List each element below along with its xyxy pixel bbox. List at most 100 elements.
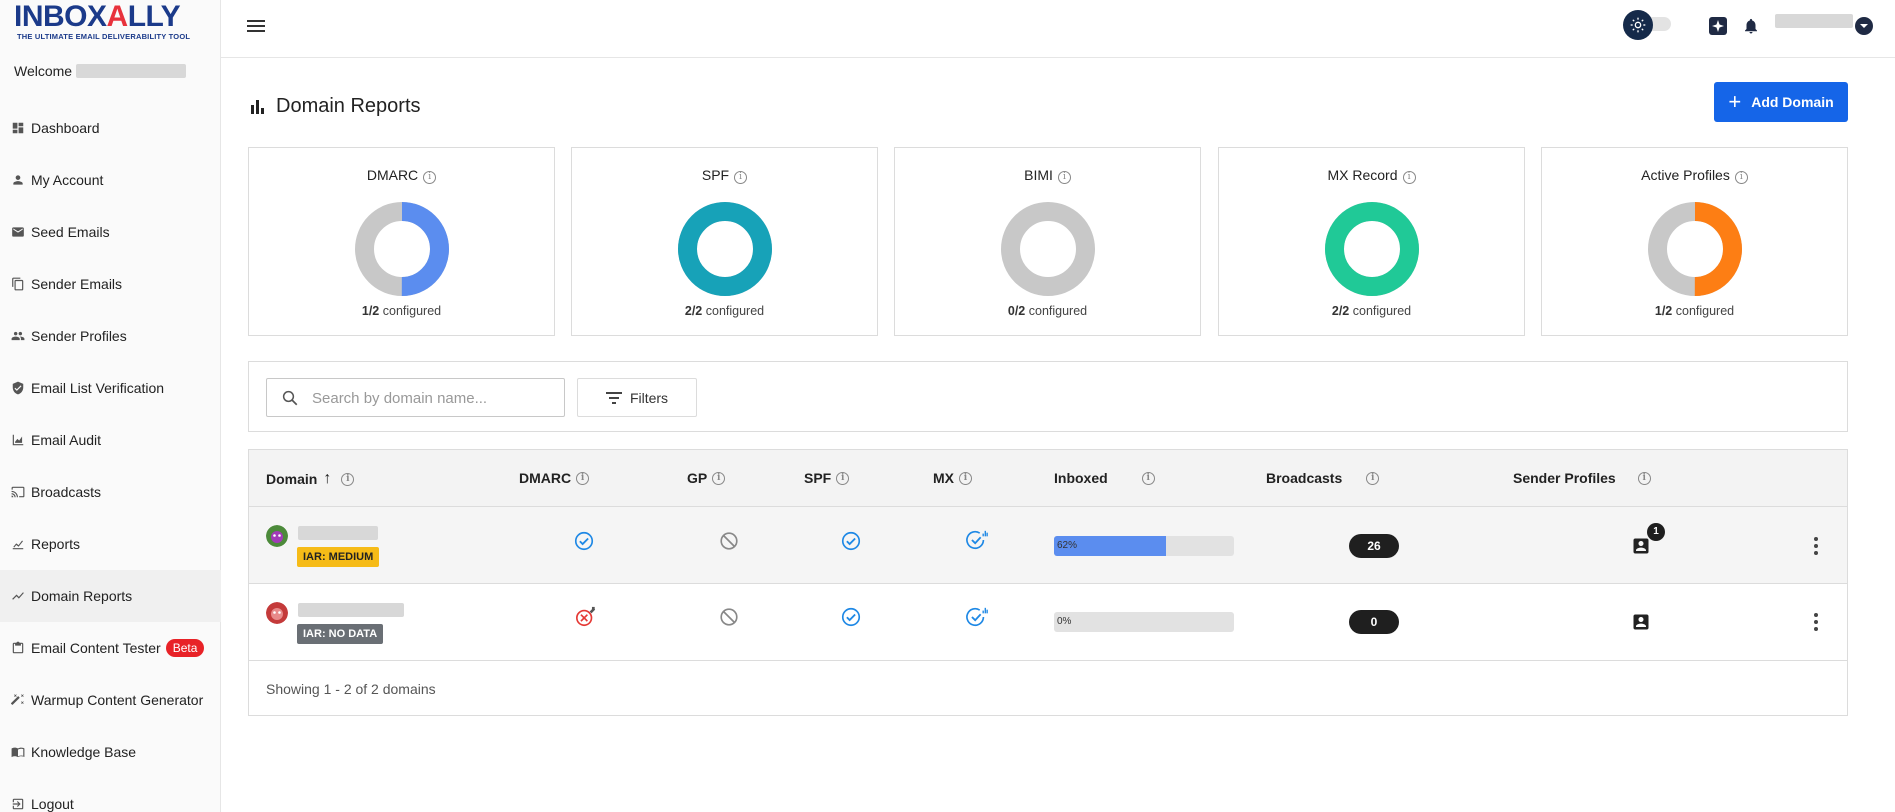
sidebar-item-seed-emails[interactable]: Seed Emails <box>0 206 221 258</box>
more-options-icon[interactable] <box>1813 536 1819 556</box>
sidebar-item-sender-emails[interactable]: Sender Emails <box>0 258 221 310</box>
info-icon[interactable]: i <box>1141 471 1155 485</box>
table-row[interactable]: IAR: MEDIUM 62% 26 1 <box>249 507 1847 584</box>
check-signal-icon <box>966 606 988 628</box>
info-icon[interactable]: i <box>836 471 850 485</box>
table-row[interactable]: IAR: NO DATA 0% 0 <box>249 584 1847 661</box>
iar-badge: IAR: MEDIUM <box>297 547 380 567</box>
add-domain-button[interactable]: + Add Domain <box>1714 82 1848 122</box>
donut-track <box>1001 202 1095 296</box>
search-box[interactable] <box>266 378 565 417</box>
logo[interactable]: INBOXALLY THE ULTIMATE EMAIL DELIVERABIL… <box>0 0 221 48</box>
column-header-gp[interactable]: GP i <box>687 470 726 486</box>
info-icon[interactable]: i <box>1366 471 1380 485</box>
sidebar-item-my-account[interactable]: My Account <box>0 154 221 206</box>
column-label: Domain <box>266 471 318 487</box>
check-signal-icon <box>966 529 988 551</box>
sidebar-item-label: Email Content Tester <box>31 640 161 656</box>
sidebar: INBOXALLY THE ULTIMATE EMAIL DELIVERABIL… <box>0 0 221 812</box>
logo-tagline: THE ULTIMATE EMAIL DELIVERABILITY TOOL <box>17 32 191 41</box>
page-header: Domain Reports <box>250 95 421 118</box>
info-icon[interactable]: i <box>712 471 726 485</box>
domain-avatar <box>266 602 288 624</box>
donut-segment-configured <box>678 202 772 296</box>
welcome-username-redacted <box>76 64 187 78</box>
notification-bell-icon[interactable] <box>1742 17 1760 37</box>
column-label: MX <box>933 470 954 486</box>
card-configured: 2/2 configured <box>1219 304 1524 318</box>
sidebar-item-label: Sender Emails <box>31 276 123 292</box>
column-header-inboxed[interactable]: Inboxed i <box>1054 470 1155 486</box>
configured-count: 2/2 <box>684 304 703 318</box>
sidebar-item-knowledge-base[interactable]: Knowledge Base <box>0 726 221 778</box>
domain-name-redacted[interactable] <box>298 526 378 540</box>
info-icon[interactable]: i <box>341 472 355 486</box>
column-header-spf[interactable]: SPF i <box>804 470 850 486</box>
sidebar-item-logout[interactable]: Logout <box>0 778 221 812</box>
broadcasts-count-badge[interactable]: 26 <box>1349 534 1399 558</box>
menu-icon[interactable] <box>247 18 265 34</box>
chevron-down-icon[interactable] <box>1855 17 1873 35</box>
sidebar-item-label: Email Audit <box>31 432 102 448</box>
profile-card-icon[interactable] <box>1631 536 1651 556</box>
column-header-dmarc[interactable]: DMARC i <box>519 470 590 486</box>
info-icon[interactable]: i <box>423 171 437 184</box>
broadcasts-count-badge[interactable]: 0 <box>1349 610 1399 634</box>
sidebar-item-reports[interactable]: Reports <box>0 518 221 570</box>
ai-sparkle-icon[interactable] <box>1708 16 1728 36</box>
column-label: Sender Profiles <box>1513 470 1616 486</box>
sun-icon <box>1623 10 1653 40</box>
sidebar-item-email-content-tester[interactable]: Email Content Tester Beta <box>0 622 221 674</box>
sidebar-item-dashboard[interactable]: Dashboard <box>0 102 221 154</box>
info-icon[interactable]: i <box>1637 471 1651 485</box>
person-icon <box>11 173 25 187</box>
column-header-sender-profiles[interactable]: Sender Profiles i <box>1513 470 1651 486</box>
pagination-summary: Showing 1 - 2 of 2 domains <box>266 681 436 697</box>
check-circle-icon <box>573 530 595 552</box>
column-header-mx[interactable]: MX i <box>933 470 972 486</box>
theme-toggle[interactable] <box>1623 10 1675 40</box>
more-options-icon[interactable] <box>1813 612 1819 632</box>
sort-ascending-icon[interactable]: ↑ <box>323 470 331 488</box>
sidebar-item-sender-profiles[interactable]: Sender Profiles <box>0 310 221 362</box>
donut-segment-configured <box>1325 202 1419 296</box>
sidebar-item-domain-reports[interactable]: Domain Reports <box>0 570 221 622</box>
search-input[interactable] <box>312 387 552 409</box>
sidebar-item-email-audit[interactable]: Email Audit <box>0 414 221 466</box>
check-circle-icon <box>840 606 862 628</box>
card-mx-record: MX Record i 2/2 configured <box>1218 147 1525 336</box>
welcome-message: Welcome <box>14 63 187 79</box>
domains-table: Domain ↑ i DMARC i GP i SPF i MX i Inboxed i Br… <box>248 449 1848 716</box>
card-title-row: SPF i <box>572 167 877 184</box>
plus-icon: + <box>1728 89 1742 114</box>
card-title: MX Record <box>1327 167 1398 183</box>
filters-label: Filters <box>629 389 669 406</box>
info-icon[interactable]: i <box>576 471 590 485</box>
domain-name-redacted[interactable] <box>298 603 404 617</box>
donut-chart <box>1648 202 1742 296</box>
blocked-icon <box>718 606 740 628</box>
trend-icon <box>11 589 25 603</box>
sidebar-item-warmup-content-generator[interactable]: Warmup Content Generator <box>0 674 221 726</box>
iar-badge: IAR: NO DATA <box>297 624 384 644</box>
info-icon[interactable]: i <box>1402 171 1416 184</box>
donut-chart <box>678 202 772 296</box>
column-header-domain[interactable]: Domain ↑ i <box>266 470 355 488</box>
card-title: DMARC <box>366 167 419 183</box>
inboxed-percent: 0% <box>1057 616 1072 627</box>
info-icon[interactable]: i <box>1057 171 1071 184</box>
column-label: Broadcasts <box>1266 470 1343 486</box>
info-icon[interactable]: i <box>1734 171 1748 184</box>
profile-card-icon[interactable] <box>1631 612 1651 632</box>
info-icon[interactable]: i <box>734 171 748 184</box>
inboxed-percent: 62% <box>1057 540 1078 551</box>
card-title: SPF <box>701 167 730 183</box>
sidebar-item-broadcasts[interactable]: Broadcasts <box>0 466 221 518</box>
filters-button[interactable]: Filters <box>577 378 697 417</box>
user-name-redacted[interactable] <box>1775 14 1853 28</box>
column-header-broadcasts[interactable]: Broadcasts i <box>1266 470 1380 486</box>
info-icon[interactable]: i <box>959 471 972 485</box>
sidebar-item-email-list-verification[interactable]: Email List Verification <box>0 362 221 414</box>
card-configured: 0/2 configured <box>895 304 1200 318</box>
configured-count: 2/2 <box>1331 304 1350 318</box>
